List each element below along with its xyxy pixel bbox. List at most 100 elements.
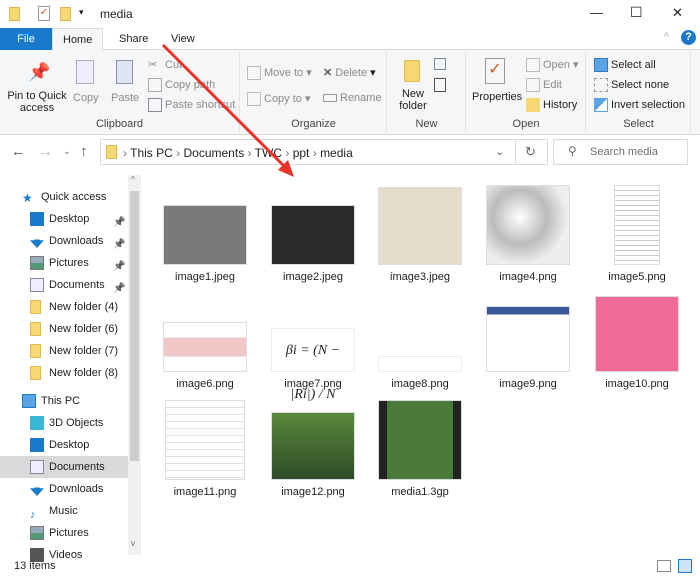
details-view-icon[interactable] xyxy=(657,560,671,572)
cut-button[interactable]: ✂ Cut xyxy=(148,58,182,72)
up-button[interactable]: ↑ xyxy=(80,143,88,160)
move-to-button[interactable]: Move to ▾ xyxy=(247,66,312,81)
nav-pc-documents[interactable]: Documents xyxy=(0,456,128,478)
new-folder-button[interactable]: New folder xyxy=(394,88,432,112)
file-name: image7.png xyxy=(284,378,342,390)
recent-locations-button[interactable]: ⌄ xyxy=(63,146,71,157)
copy-button[interactable]: Copy xyxy=(73,92,99,104)
back-button[interactable]: ← xyxy=(11,143,26,160)
crumb-media[interactable]: media xyxy=(320,146,353,160)
file-item[interactable]: image12.png xyxy=(259,393,367,498)
nav-this-pc[interactable]: This PC xyxy=(0,390,128,412)
nav-pc-desktop[interactable]: Desktop xyxy=(0,434,128,456)
copy-path-icon xyxy=(148,78,162,92)
file-item[interactable]: image1.jpeg xyxy=(151,180,259,283)
minimize-button[interactable]: — xyxy=(590,5,603,20)
nav-pc-downloads[interactable]: Downloads xyxy=(0,478,128,500)
nav-item-new-folder-6-[interactable]: New folder (6) xyxy=(0,318,128,340)
scroll-down-icon[interactable]: v xyxy=(131,539,135,548)
nav-pc-3d-objects[interactable]: 3D Objects xyxy=(0,412,128,434)
downloads-icon xyxy=(30,482,44,496)
invert-selection-button[interactable]: Invert selection xyxy=(594,98,685,112)
new-group: New folder New xyxy=(388,52,466,132)
rename-button[interactable]: Rename xyxy=(323,92,382,104)
copy-to-icon xyxy=(247,92,261,107)
paste-shortcut-icon xyxy=(148,98,162,112)
address-dropdown-icon[interactable]: ⌄ xyxy=(495,145,504,158)
file-thumbnail xyxy=(486,306,570,372)
tab-share[interactable]: Share xyxy=(109,28,158,50)
crumb-documents[interactable]: Documents xyxy=(184,146,245,160)
crumb-ppt[interactable]: ppt xyxy=(293,146,310,160)
refresh-icon[interactable]: ↻ xyxy=(515,140,536,164)
select-group: Select all Select none Invert selection … xyxy=(587,52,691,132)
delete-button[interactable]: ✕ Delete ▾ xyxy=(323,66,376,79)
select-all-button[interactable]: Select all xyxy=(594,58,656,72)
file-item[interactable]: image5.png xyxy=(583,180,691,283)
tab-view[interactable]: View xyxy=(161,28,205,50)
customize-toolbar-icon[interactable]: ▾ xyxy=(79,7,84,18)
nav-item-downloads[interactable]: Downloads 📌 xyxy=(0,230,128,252)
nav-item-new-folder-4-[interactable]: New folder (4) xyxy=(0,296,128,318)
organize-group: Move to ▾ Copy to ▾ ✕ Delete ▾ Rename Or… xyxy=(241,52,387,132)
tab-home[interactable]: Home xyxy=(52,28,104,51)
properties-quick-icon[interactable]: ✓ xyxy=(38,6,50,21)
nav-scrollbar[interactable]: ^ v xyxy=(128,175,141,555)
new-folder-quick-icon[interactable] xyxy=(60,7,71,21)
help-icon[interactable]: ? xyxy=(681,30,696,45)
file-item[interactable]: image8.png xyxy=(366,285,474,390)
folder-icon xyxy=(9,7,20,21)
file-name: image2.jpeg xyxy=(283,271,343,283)
file-name: image8.png xyxy=(391,378,449,390)
edit-button[interactable]: Edit xyxy=(526,78,562,92)
collapse-ribbon-icon[interactable]: ^ xyxy=(664,31,669,43)
paste-button[interactable]: Paste xyxy=(111,92,139,104)
pin-quick-access-button[interactable]: Pin to Quick access xyxy=(4,90,70,114)
scissors-icon: ✂ xyxy=(148,59,158,71)
file-item[interactable]: image3.jpeg xyxy=(366,180,474,283)
nav-pc-pictures[interactable]: Pictures xyxy=(0,522,128,544)
crumb-twc[interactable]: TWC xyxy=(255,146,282,160)
nav-item-new-folder-8-[interactable]: New folder (8) xyxy=(0,362,128,384)
nav-label: New folder (8) xyxy=(49,367,119,379)
nav-pc-music[interactable]: ♪ Music xyxy=(0,500,128,522)
file-item[interactable]: image6.png xyxy=(151,285,259,390)
file-name: image12.png xyxy=(281,486,345,498)
nav-item-pictures[interactable]: Pictures 📌 xyxy=(0,252,128,274)
copy-path-button[interactable]: Copy path xyxy=(148,78,215,92)
select-none-button[interactable]: Select none xyxy=(594,78,669,92)
nav-label: Downloads xyxy=(49,483,104,495)
nav-item-documents[interactable]: Documents 📌 xyxy=(0,274,128,296)
search-input[interactable]: ⚲ Search media xyxy=(553,139,688,165)
file-thumbnail xyxy=(165,400,245,480)
copy-to-button[interactable]: Copy to ▾ xyxy=(247,92,311,107)
properties-button[interactable]: Properties xyxy=(472,91,522,103)
pictures-icon xyxy=(30,526,44,540)
large-icons-view-icon[interactable] xyxy=(678,559,692,573)
crumb-this-pc[interactable]: This PC xyxy=(130,146,173,160)
open-button[interactable]: Open ▾ xyxy=(526,58,579,73)
file-item[interactable]: image9.png xyxy=(474,285,582,390)
easy-access-icon[interactable] xyxy=(434,78,446,92)
nav-item-desktop[interactable]: Desktop 📌 xyxy=(0,208,128,230)
history-button[interactable]: History xyxy=(526,98,577,112)
file-item[interactable]: image4.png xyxy=(474,180,582,283)
close-button[interactable]: ✕ xyxy=(672,5,683,21)
tab-file[interactable]: File xyxy=(0,28,52,50)
documents-icon xyxy=(30,460,44,474)
file-item[interactable]: image2.jpeg xyxy=(259,180,367,283)
nav-quick-access[interactable]: ★ Quick access xyxy=(0,186,128,208)
new-item-icon[interactable] xyxy=(434,58,446,70)
maximize-button[interactable]: ☐ xyxy=(630,4,643,21)
nav-item-new-folder-7-[interactable]: New folder (7) xyxy=(0,340,128,362)
scroll-up-icon[interactable]: ^ xyxy=(131,175,135,184)
pictures-icon xyxy=(30,256,44,270)
file-item[interactable]: image10.png xyxy=(583,285,691,390)
file-item[interactable]: image11.png xyxy=(151,393,259,498)
paste-shortcut-button[interactable]: Paste shortcut xyxy=(148,98,235,112)
file-item[interactable]: βi = (N − |Ri|) / Nimage7.png xyxy=(259,285,367,402)
forward-button[interactable]: → xyxy=(38,143,53,160)
file-item[interactable]: media1.3gp xyxy=(366,393,474,498)
address-bar[interactable]: › This PC › Documents › TWC › ppt › medi… xyxy=(100,139,548,165)
scroll-thumb[interactable] xyxy=(130,191,139,461)
